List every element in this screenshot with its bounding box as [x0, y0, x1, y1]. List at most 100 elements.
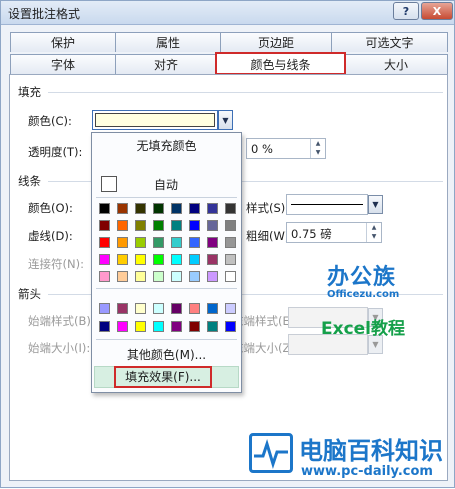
color-swatch[interactable] [135, 220, 146, 231]
color-swatch[interactable] [207, 203, 218, 214]
line-weight-value: 0.75 磅 [291, 227, 332, 241]
tab-alt-text[interactable]: 可选文字 [331, 32, 448, 52]
color-swatch[interactable] [99, 203, 110, 214]
fill-color-dropdown-arrow[interactable]: ▼ [218, 110, 233, 130]
brand-url: www.pc-daily.com [301, 464, 433, 479]
menu-divider [96, 339, 237, 340]
color-swatch[interactable] [171, 237, 182, 248]
color-swatch[interactable] [117, 303, 128, 314]
color-swatch[interactable] [99, 271, 110, 282]
color-swatch[interactable] [225, 254, 236, 265]
color-swatch[interactable] [207, 321, 218, 332]
fill-color-label: 颜色(C): [28, 114, 72, 128]
color-swatch[interactable] [171, 220, 182, 231]
color-swatch[interactable] [189, 220, 200, 231]
color-swatch[interactable] [135, 271, 146, 282]
color-swatch[interactable] [207, 271, 218, 282]
transparency-value: 0 % [251, 142, 273, 156]
color-swatch[interactable] [207, 237, 218, 248]
color-swatch[interactable] [207, 303, 218, 314]
tab-protection[interactable]: 保护 [10, 32, 116, 52]
color-swatch[interactable] [225, 237, 236, 248]
color-swatch[interactable] [171, 321, 182, 332]
fill-color-dropdown[interactable] [92, 110, 218, 130]
color-swatch[interactable] [153, 220, 164, 231]
color-swatch[interactable] [99, 303, 110, 314]
color-swatch[interactable] [225, 303, 236, 314]
tab-margins[interactable]: 页边距 [220, 32, 332, 52]
line-weight-input[interactable]: 0.75 磅 ▲ ▼ [286, 222, 382, 243]
color-swatch[interactable] [117, 254, 128, 265]
color-swatch[interactable] [153, 203, 164, 214]
tab-font[interactable]: 字体 [10, 54, 116, 74]
menu-divider [96, 288, 237, 289]
color-swatch[interactable] [135, 303, 146, 314]
automatic-option[interactable]: 自动 [154, 176, 178, 193]
color-swatch[interactable] [117, 237, 128, 248]
color-swatch[interactable] [153, 321, 164, 332]
color-swatch[interactable] [189, 203, 200, 214]
color-swatch[interactable] [171, 254, 182, 265]
color-swatch[interactable] [99, 220, 110, 231]
line-style-preview [291, 204, 363, 205]
automatic-color-swatch[interactable] [101, 176, 117, 192]
connector-label: 连接符(N): [28, 257, 84, 271]
arrows-section-label: 箭头 [18, 287, 41, 301]
close-button[interactable]: X [421, 2, 453, 20]
fill-color-menu: 无填充颜色 自动 其他颜色(M)... 填充效果(F)... [91, 132, 242, 393]
color-swatch[interactable] [225, 220, 236, 231]
color-swatch[interactable] [117, 220, 128, 231]
color-swatch[interactable] [171, 303, 182, 314]
color-swatch[interactable] [189, 254, 200, 265]
color-swatch[interactable] [117, 271, 128, 282]
line-weight-spinner[interactable]: ▲ ▼ [366, 223, 381, 242]
more-colors-option[interactable]: 其他颜色(M)... [92, 346, 241, 363]
tab-properties[interactable]: 属性 [115, 32, 221, 52]
color-swatch[interactable] [207, 220, 218, 231]
color-swatch[interactable] [189, 303, 200, 314]
begin-size-label: 始端大小(I): [28, 341, 91, 355]
color-swatch[interactable] [135, 203, 146, 214]
color-swatch[interactable] [117, 203, 128, 214]
no-fill-option[interactable]: 无填充颜色 [92, 137, 241, 154]
color-swatch[interactable] [135, 237, 146, 248]
help-button[interactable]: ? [393, 2, 419, 20]
officezu-watermark: 办公族 Officezu.com Excel教程 [321, 259, 405, 339]
color-swatch[interactable] [153, 271, 164, 282]
color-swatch[interactable] [171, 271, 182, 282]
color-swatch[interactable] [189, 271, 200, 282]
color-swatch[interactable] [135, 254, 146, 265]
transparency-spinner[interactable]: ▲ ▼ [310, 139, 325, 158]
brand-name: 电脑百科知识 [299, 437, 443, 465]
color-swatch[interactable] [225, 271, 236, 282]
line-style-dropdown[interactable] [286, 194, 368, 215]
color-swatch[interactable] [153, 303, 164, 314]
color-swatch[interactable] [135, 321, 146, 332]
fill-divider [48, 92, 443, 93]
color-swatch[interactable] [117, 321, 128, 332]
transparency-input[interactable]: 0 % ▲ ▼ [246, 138, 326, 159]
transparency-label: 透明度(T): [28, 145, 83, 159]
tab-size[interactable]: 大小 [344, 54, 448, 74]
line-color-label: 颜色(O): [28, 201, 73, 215]
format-comment-dialog: 设置批注格式 ? X 保护 属性 页边距 可选文字 字体 对齐 颜色与线条 大小… [0, 0, 455, 488]
color-swatch[interactable] [99, 254, 110, 265]
fill-section-label: 填充 [18, 85, 41, 99]
pc-daily-watermark: 电脑百科知识 www.pc-daily.com [243, 429, 455, 489]
excel-tutorial-label: Excel教程 [321, 319, 406, 339]
color-swatch[interactable] [189, 237, 200, 248]
color-swatch[interactable] [171, 203, 182, 214]
color-swatch[interactable] [153, 254, 164, 265]
color-swatch[interactable] [225, 203, 236, 214]
active-tab-highlight [215, 52, 346, 75]
color-swatch[interactable] [99, 321, 110, 332]
tab-alignment[interactable]: 对齐 [115, 54, 217, 74]
line-style-dropdown-arrow[interactable]: ▼ [368, 195, 383, 214]
color-swatch[interactable] [225, 321, 236, 332]
color-swatch[interactable] [207, 254, 218, 265]
color-swatch[interactable] [99, 237, 110, 248]
fill-color-preview [95, 113, 215, 127]
color-swatch[interactable] [153, 237, 164, 248]
fill-effects-option[interactable]: 填充效果(F)... [114, 366, 212, 388]
color-swatch[interactable] [189, 321, 200, 332]
